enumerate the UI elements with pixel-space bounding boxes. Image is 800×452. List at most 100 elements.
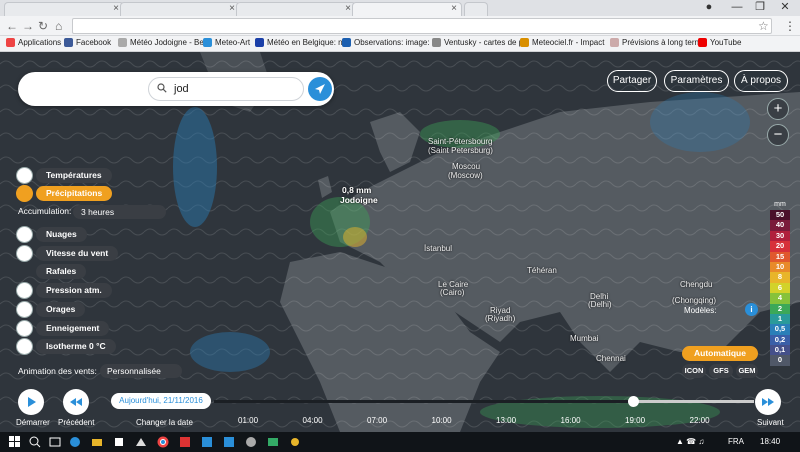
- play-button[interactable]: [18, 389, 44, 415]
- timeline-tick: 19:00: [625, 416, 646, 425]
- legend-step: 15: [770, 251, 790, 262]
- app-icon[interactable]: [222, 435, 236, 449]
- clock[interactable]: 18:40: [760, 437, 780, 446]
- back-icon[interactable]: ←: [6, 19, 18, 33]
- previous-button[interactable]: [63, 389, 89, 415]
- map-place-label: Mumbai: [570, 334, 599, 343]
- bookmark-label: Observations: image:: [354, 38, 430, 47]
- point-value: 0,8 mm: [342, 185, 372, 195]
- app-icon[interactable]: [266, 435, 280, 449]
- explorer-icon[interactable]: [90, 435, 104, 449]
- bookmark-label: Applications: [18, 38, 62, 47]
- bookmark-item[interactable]: Facebook: [64, 38, 111, 47]
- next-button[interactable]: [755, 389, 781, 415]
- timeline-tick: 01:00: [238, 416, 259, 425]
- close-icon[interactable]: ×: [113, 3, 119, 14]
- legend-unit: mm: [774, 201, 786, 208]
- layer-label: Pression atm.: [36, 283, 112, 298]
- timeline-track[interactable]: [214, 400, 754, 403]
- bookmark-item[interactable]: Ventusky - cartes de p: [432, 38, 523, 47]
- map-place-label: (Riyadh): [485, 314, 516, 323]
- close-icon[interactable]: ×: [229, 3, 235, 14]
- forward-icon[interactable]: →: [22, 19, 34, 33]
- bookmark-label: Facebook: [76, 38, 112, 47]
- legend-step: 0,2: [770, 334, 790, 346]
- bookmark-item[interactable]: Meteo-Art: [203, 38, 250, 47]
- app-icon[interactable]: [178, 435, 192, 449]
- new-tab-button[interactable]: [464, 2, 488, 16]
- wind-icon: [16, 245, 33, 262]
- timeline-thumb[interactable]: [628, 396, 639, 407]
- address-bar-row: ← → ↻ ⌂ ☆ ⋮: [0, 16, 800, 36]
- search-panel: jod: [18, 72, 334, 106]
- close-icon[interactable]: ×: [345, 3, 351, 14]
- share-button[interactable]: Partager: [607, 70, 657, 92]
- bookmark-item[interactable]: Applications: [6, 38, 61, 47]
- app-icon[interactable]: [244, 435, 258, 449]
- precipitation-legend: mm 50 40 30 20 15 10 8 6 4 2 1 0,5 0,2 0,1 0: [770, 201, 790, 366]
- chrome-icon[interactable]: [156, 435, 170, 449]
- app-icon[interactable]: [200, 435, 214, 449]
- bookmark-item[interactable]: Météo Jodoigne - Be: [118, 38, 204, 47]
- bookmark-item[interactable]: Observations: image:: [342, 38, 430, 47]
- close-window-button[interactable]: ✕: [770, 0, 800, 14]
- zoom-in-button[interactable]: +: [767, 98, 789, 120]
- browser-tab[interactable]: ×: [120, 2, 240, 16]
- map-place-label: Chennai: [596, 354, 626, 363]
- menu-icon[interactable]: ⋮: [784, 19, 796, 33]
- weather-icon[interactable]: [288, 435, 302, 449]
- models-label: Modèles:: [684, 306, 717, 315]
- location-arrow-icon: [315, 84, 325, 94]
- legend-step: 30: [770, 230, 790, 242]
- search-icon[interactable]: [28, 435, 42, 449]
- browser-tab[interactable]: ×: [4, 2, 124, 16]
- play-label: Démarrer: [16, 418, 50, 427]
- model-auto-button[interactable]: Automatique: [682, 346, 758, 361]
- edge-icon[interactable]: [68, 435, 82, 449]
- fast-forward-icon: [762, 398, 774, 406]
- bookmark-icon: [342, 38, 351, 47]
- language-indicator[interactable]: FRA: [728, 437, 744, 446]
- store-icon[interactable]: [112, 435, 126, 449]
- bookmark-item[interactable]: YouTube: [698, 38, 741, 47]
- animation-select[interactable]: Personnalisée: [100, 364, 182, 378]
- bookmark-item[interactable]: Meteociel.fr - Impact: [520, 38, 604, 47]
- map-place-label: (Delhi): [588, 300, 612, 309]
- change-date-label[interactable]: Changer la date: [136, 418, 193, 427]
- model-gfs-button[interactable]: GFS: [709, 364, 733, 378]
- bookmark-label: Météo Jodoigne - Be: [130, 38, 204, 47]
- bookmark-icon: [610, 38, 619, 47]
- close-icon[interactable]: ×: [451, 3, 457, 14]
- locate-button[interactable]: [308, 77, 332, 101]
- browser-tab[interactable]: ×: [236, 2, 356, 16]
- play-icon: [28, 397, 36, 407]
- info-icon[interactable]: i: [745, 303, 758, 316]
- url-input[interactable]: [72, 18, 772, 34]
- bookmark-item[interactable]: Prévisions à long tern: [610, 38, 699, 47]
- app-icon[interactable]: [134, 435, 148, 449]
- about-button[interactable]: À propos: [734, 70, 788, 92]
- map-place-label: İstanbul: [424, 244, 453, 253]
- model-icon-button[interactable]: ICON: [682, 364, 706, 378]
- windows-taskbar: ▲ ☎ ♫ FRA 18:40: [0, 432, 800, 452]
- user-icon[interactable]: ●: [694, 0, 724, 14]
- bookmark-item[interactable]: Météo en Belgique: n: [255, 38, 343, 47]
- date-selector[interactable]: Aujourd'hui, 21/11/2016: [111, 393, 211, 409]
- home-icon[interactable]: ⌂: [55, 19, 62, 33]
- search-input[interactable]: jod: [148, 77, 304, 101]
- windows-start-icon[interactable]: [8, 435, 22, 449]
- timeline-tick: 13:00: [496, 416, 517, 425]
- search-icon: [157, 83, 167, 93]
- tray-icons[interactable]: ▲ ☎ ♫: [676, 437, 704, 446]
- browser-tab-active[interactable]: ×: [352, 2, 462, 16]
- settings-button[interactable]: Paramètres: [664, 70, 729, 92]
- star-icon[interactable]: ☆: [758, 19, 769, 33]
- task-view-icon[interactable]: [48, 435, 62, 449]
- zoom-out-button[interactable]: −: [767, 124, 789, 146]
- reload-icon[interactable]: ↻: [38, 19, 48, 33]
- bookmark-icon: [255, 38, 264, 47]
- model-gem-button[interactable]: GEM: [736, 364, 758, 378]
- thermometer-icon: [16, 167, 33, 184]
- accumulation-select[interactable]: 3 heures: [73, 205, 166, 219]
- weather-map[interactable]: Saint-Pétersbourg (Saint Petersburg) Mosco…: [0, 52, 800, 432]
